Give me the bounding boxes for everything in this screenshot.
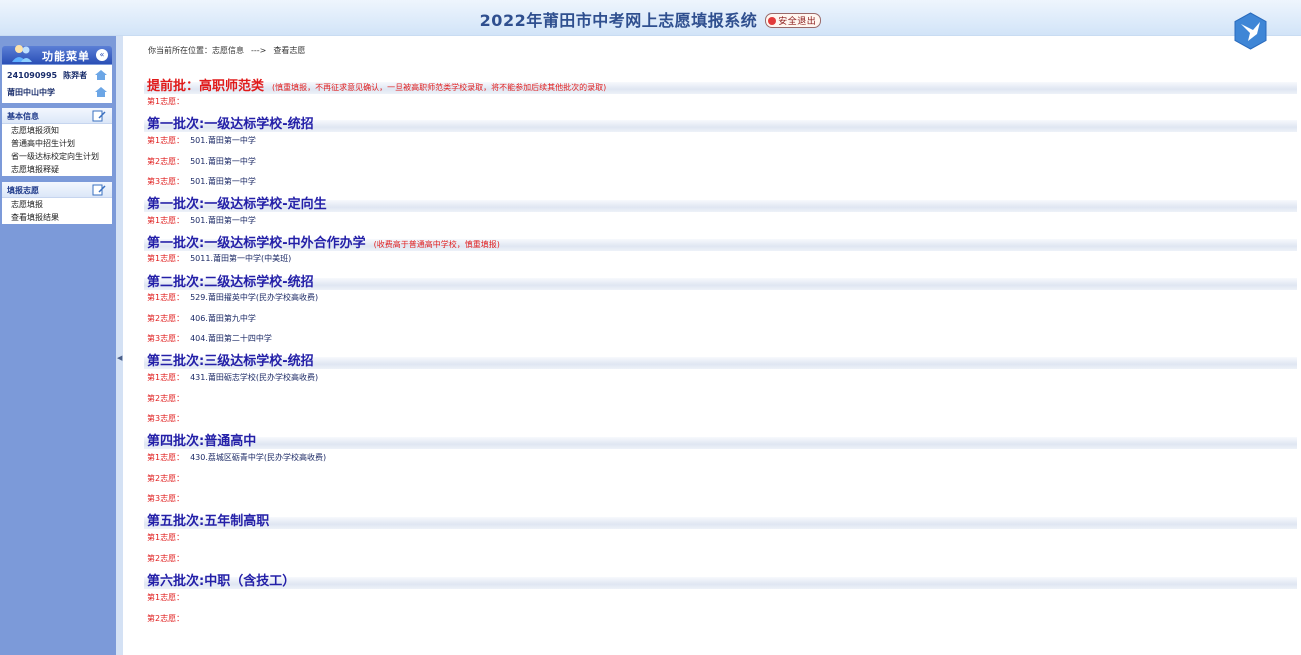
choice-row: 第3志愿：: [147, 414, 185, 423]
batch-header-6: 第六批次:中职（含技工）: [144, 570, 1297, 590]
choice-row: 第2志愿：: [147, 474, 185, 483]
batch-header-early: 提前批：高职师范类 (慎重填报，不再征求意见确认，一旦被高职师范类学校录取，将不能…: [144, 75, 1297, 95]
choice-row: 第1志愿： 431.莆田砺志学校(民办学校高收费): [147, 373, 319, 382]
edit-icon: [92, 184, 106, 196]
batch-header-1b: 第一批次:一级达标学校-定向生: [144, 193, 1297, 213]
menu-item-enrollment-plan[interactable]: 普通高中招生计划: [2, 137, 112, 150]
menu-item-faq[interactable]: 志愿填报释疑: [2, 163, 112, 176]
choice-row: 第1志愿： 5011.莆田第一中学(中美班): [147, 254, 292, 263]
section-fill-choices: 填报志愿 志愿填报 查看填报结果: [2, 182, 112, 224]
batch-title: 第一批次:一级达标学校-中外合作办学: [147, 236, 366, 251]
choice-row: 第2志愿： 501.莆田第一中学: [147, 157, 256, 166]
section-title: 填报志愿: [7, 186, 39, 195]
user-home-icon: [95, 70, 107, 80]
batch-title: 第四批次:普通高中: [147, 434, 257, 449]
choice-row: 第2志愿：: [147, 554, 185, 563]
user-info: 241090995 陈羿者 莆田中山中学: [2, 65, 112, 103]
menu-title: 功能菜单: [42, 50, 90, 63]
sidebar: 功能菜单 « 241090995 陈羿者 莆田中山中学 基本信息 志愿填报须知 普…: [0, 36, 116, 655]
menu-item-fill[interactable]: 志愿填报: [2, 198, 112, 211]
choice-row: 第1志愿：: [147, 593, 185, 602]
choice-row: 第1志愿：: [147, 97, 185, 106]
choice-row: 第1志愿： 529.莆田擢英中学(民办学校高收费): [147, 293, 319, 302]
batch-header-4: 第四批次:普通高中: [144, 430, 1297, 450]
menu-header: 功能菜单 «: [2, 45, 112, 64]
menu-item-directional-plan[interactable]: 省一级达标校定向生计划: [2, 150, 112, 163]
batch-header-5: 第五批次:五年制高职: [144, 510, 1297, 530]
user-name: 陈羿者: [63, 71, 88, 80]
choice-row: 第2志愿：: [147, 614, 185, 623]
school-icon: [95, 87, 107, 97]
batch-header-1c: 第一批次:一级达标学校-中外合作办学 (收费高于普通高中学校，慎重填报): [144, 232, 1297, 252]
choice-row: 第3志愿：: [147, 494, 185, 503]
choice-row: 第3志愿： 501.莆田第一中学: [147, 177, 256, 186]
batch-title: 第五批次:五年制高职: [147, 514, 270, 529]
users-icon: [12, 45, 32, 62]
batch-header-3: 第三批次:三级达标学校-统招: [144, 350, 1297, 370]
section-header[interactable]: 填报志愿: [2, 182, 112, 198]
batch-note: (收费高于普通高中学校，慎重填报): [373, 240, 500, 249]
menu-item-view-result[interactable]: 查看填报结果: [2, 211, 112, 224]
batch-note: (慎重填报，不再征求意见确认，一旦被高职师范类学校录取，将不能参加后续其他批次的…: [272, 83, 607, 92]
choice-row: 第1志愿：: [147, 533, 185, 542]
menu-item-notice[interactable]: 志愿填报须知: [2, 124, 112, 137]
batch-header-2: 第二批次:二级达标学校-统招: [144, 271, 1297, 291]
batch-title: 第三批次:三级达标学校-统招: [147, 354, 314, 369]
user-id: 241090995: [7, 71, 58, 80]
batch-title: 第二批次:二级达标学校-统招: [147, 275, 314, 290]
batch-title: 第一批次:一级达标学校-定向生: [147, 197, 327, 212]
choice-row: 第1志愿： 430.荔城区砺青中学(民办学校高收费): [147, 453, 327, 462]
choice-row: 第1志愿： 501.莆田第一中学: [147, 136, 256, 145]
choice-row: 第2志愿： 406.莆田第九中学: [147, 314, 256, 323]
batch-title: 提前批：高职师范类: [147, 79, 265, 94]
batch-header-1a: 第一批次:一级达标学校-统招: [144, 113, 1297, 133]
edit-icon: [92, 110, 106, 122]
main-content: 提前批：高职师范类 (慎重填报，不再征求意见确认，一旦被高职师范类学校录取，将不能…: [123, 0, 1301, 655]
splitter-arrow-icon[interactable]: ◀: [117, 354, 122, 362]
user-school: 莆田中山中学: [7, 88, 55, 97]
section-basic-info: 基本信息 志愿填报须知 普通高中招生计划 省一级达标校定向生计划 志愿填报释疑: [2, 108, 112, 176]
collapse-icon[interactable]: «: [96, 49, 108, 61]
section-header[interactable]: 基本信息: [2, 108, 112, 124]
choice-row: 第1志愿： 501.莆田第一中学: [147, 216, 256, 225]
sidebar-splitter[interactable]: [116, 36, 123, 655]
batch-title: 第一批次:一级达标学校-统招: [147, 117, 314, 132]
choice-row: 第2志愿：: [147, 394, 185, 403]
choice-row: 第3志愿： 404.莆田第二十四中学: [147, 334, 272, 343]
batch-title: 第六批次:中职（含技工）: [147, 574, 296, 589]
user-id-line: 241090995 陈羿者: [7, 70, 87, 81]
section-title: 基本信息: [7, 112, 39, 121]
